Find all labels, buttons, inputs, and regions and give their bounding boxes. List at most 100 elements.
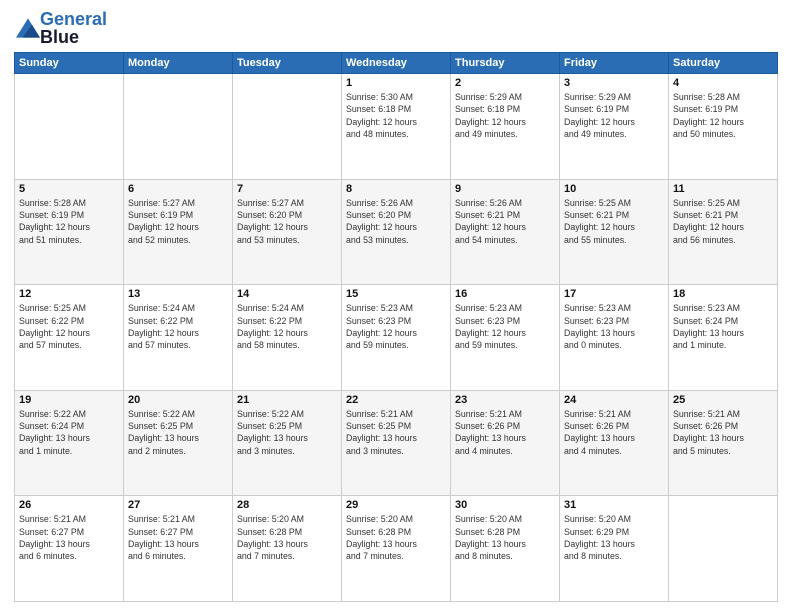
day-info: Sunrise: 5:22 AM Sunset: 6:24 PM Dayligh… <box>19 408 119 457</box>
day-cell: 20 Sunrise: 5:22 AM Sunset: 6:25 PM Dayli… <box>124 390 233 496</box>
day-cell: 10Sunrise: 5:25 AM Sunset: 6:21 PM Dayli… <box>560 179 669 285</box>
day-info: Sunrise: 5:30 AM Sunset: 6:18 PM Dayligh… <box>346 91 446 140</box>
day-info: Sunrise: 5:28 AM Sunset: 6:19 PM Dayligh… <box>19 197 119 246</box>
day-number: 3 <box>564 77 664 89</box>
day-info: Sunrise: 5:21 AM Sunset: 6:26 PM Dayligh… <box>673 408 773 457</box>
day-number: 21 <box>237 394 337 406</box>
day-info: Sunrise: 5:27 AM Sunset: 6:19 PM Dayligh… <box>128 197 228 246</box>
day-info: Sunrise: 5:29 AM Sunset: 6:18 PM Dayligh… <box>455 91 555 140</box>
day-cell <box>124 74 233 180</box>
logo: GeneralBlue <box>14 10 107 46</box>
week-row-3: 12 Sunrise: 5:25 AM Sunset: 6:22 PM Dayli… <box>15 285 778 391</box>
day-number: 12 <box>19 288 119 300</box>
week-row-4: 19Sunrise: 5:22 AM Sunset: 6:24 PM Dayli… <box>15 390 778 496</box>
day-info: Sunrise: 5:25 AM Sunset: 6:22 PM Dayligh… <box>19 302 119 351</box>
day-number: 26 <box>19 499 119 511</box>
column-header-friday: Friday <box>560 53 669 74</box>
day-number: 16 <box>455 288 555 300</box>
day-cell: 13 Sunrise: 5:24 AM Sunset: 6:22 PM Dayli… <box>124 285 233 391</box>
day-number: 27 <box>128 499 228 511</box>
page: GeneralBlue SundayMondayTuesdayWednesday… <box>0 0 792 612</box>
day-cell <box>233 74 342 180</box>
day-number: 18 <box>673 288 773 300</box>
day-cell: 21 Sunrise: 5:22 AM Sunset: 6:25 PM Dayli… <box>233 390 342 496</box>
day-number: 13 <box>128 288 228 300</box>
day-info: Sunrise: 5:25 AM Sunset: 6:21 PM Dayligh… <box>564 197 664 246</box>
week-row-5: 26 Sunrise: 5:21 AM Sunset: 6:27 PM Dayli… <box>15 496 778 602</box>
day-cell: 22Sunrise: 5:21 AM Sunset: 6:25 PM Dayli… <box>342 390 451 496</box>
day-info: Sunrise: 5:20 AM Sunset: 6:28 PM Dayligh… <box>455 513 555 562</box>
day-info: Sunrise: 5:24 AM Sunset: 6:22 PM Dayligh… <box>237 302 337 351</box>
day-info: Sunrise: 5:21 AM Sunset: 6:27 PM Dayligh… <box>128 513 228 562</box>
day-cell: 29 Sunrise: 5:20 AM Sunset: 6:28 PM Dayli… <box>342 496 451 602</box>
day-number: 23 <box>455 394 555 406</box>
day-number: 7 <box>237 183 337 195</box>
day-cell: 3 Sunrise: 5:29 AM Sunset: 6:19 PM Daylig… <box>560 74 669 180</box>
column-header-saturday: Saturday <box>669 53 778 74</box>
day-info: Sunrise: 5:23 AM Sunset: 6:23 PM Dayligh… <box>564 302 664 351</box>
week-row-2: 5 Sunrise: 5:28 AM Sunset: 6:19 PM Daylig… <box>15 179 778 285</box>
day-info: Sunrise: 5:20 AM Sunset: 6:28 PM Dayligh… <box>237 513 337 562</box>
day-cell <box>15 74 124 180</box>
day-number: 11 <box>673 183 773 195</box>
day-cell: 24 Sunrise: 5:21 AM Sunset: 6:26 PM Dayli… <box>560 390 669 496</box>
calendar-header-row: SundayMondayTuesdayWednesdayThursdayFrid… <box>15 53 778 74</box>
day-cell: 4 Sunrise: 5:28 AM Sunset: 6:19 PM Daylig… <box>669 74 778 180</box>
day-number: 9 <box>455 183 555 195</box>
day-cell: 27 Sunrise: 5:21 AM Sunset: 6:27 PM Dayli… <box>124 496 233 602</box>
day-number: 30 <box>455 499 555 511</box>
day-cell: 15 Sunrise: 5:23 AM Sunset: 6:23 PM Dayli… <box>342 285 451 391</box>
day-info: Sunrise: 5:28 AM Sunset: 6:19 PM Dayligh… <box>673 91 773 140</box>
logo-text: GeneralBlue <box>40 10 107 46</box>
day-info: Sunrise: 5:26 AM Sunset: 6:20 PM Dayligh… <box>346 197 446 246</box>
day-info: Sunrise: 5:26 AM Sunset: 6:21 PM Dayligh… <box>455 197 555 246</box>
day-cell: 23Sunrise: 5:21 AM Sunset: 6:26 PM Dayli… <box>451 390 560 496</box>
day-number: 31 <box>564 499 664 511</box>
day-cell: 25 Sunrise: 5:21 AM Sunset: 6:26 PM Dayli… <box>669 390 778 496</box>
day-cell: 5 Sunrise: 5:28 AM Sunset: 6:19 PM Daylig… <box>15 179 124 285</box>
day-info: Sunrise: 5:23 AM Sunset: 6:24 PM Dayligh… <box>673 302 773 351</box>
day-number: 5 <box>19 183 119 195</box>
column-header-monday: Monday <box>124 53 233 74</box>
day-info: Sunrise: 5:22 AM Sunset: 6:25 PM Dayligh… <box>128 408 228 457</box>
day-number: 24 <box>564 394 664 406</box>
day-cell: 18 Sunrise: 5:23 AM Sunset: 6:24 PM Dayli… <box>669 285 778 391</box>
day-info: Sunrise: 5:22 AM Sunset: 6:25 PM Dayligh… <box>237 408 337 457</box>
day-info: Sunrise: 5:23 AM Sunset: 6:23 PM Dayligh… <box>346 302 446 351</box>
day-cell: 6 Sunrise: 5:27 AM Sunset: 6:19 PM Daylig… <box>124 179 233 285</box>
column-header-tuesday: Tuesday <box>233 53 342 74</box>
day-number: 6 <box>128 183 228 195</box>
day-cell: 26 Sunrise: 5:21 AM Sunset: 6:27 PM Dayli… <box>15 496 124 602</box>
day-cell <box>669 496 778 602</box>
day-info: Sunrise: 5:29 AM Sunset: 6:19 PM Dayligh… <box>564 91 664 140</box>
day-cell: 30 Sunrise: 5:20 AM Sunset: 6:28 PM Dayli… <box>451 496 560 602</box>
day-info: Sunrise: 5:21 AM Sunset: 6:26 PM Dayligh… <box>564 408 664 457</box>
column-header-sunday: Sunday <box>15 53 124 74</box>
day-number: 14 <box>237 288 337 300</box>
day-info: Sunrise: 5:23 AM Sunset: 6:23 PM Dayligh… <box>455 302 555 351</box>
header: GeneralBlue <box>14 10 778 46</box>
day-cell: 14 Sunrise: 5:24 AM Sunset: 6:22 PM Dayli… <box>233 285 342 391</box>
day-cell: 31Sunrise: 5:20 AM Sunset: 6:29 PM Dayli… <box>560 496 669 602</box>
day-number: 4 <box>673 77 773 89</box>
day-cell: 28Sunrise: 5:20 AM Sunset: 6:28 PM Dayli… <box>233 496 342 602</box>
week-row-1: 1 Sunrise: 5:30 AM Sunset: 6:18 PM Daylig… <box>15 74 778 180</box>
day-number: 1 <box>346 77 446 89</box>
day-number: 20 <box>128 394 228 406</box>
day-info: Sunrise: 5:27 AM Sunset: 6:20 PM Dayligh… <box>237 197 337 246</box>
column-header-wednesday: Wednesday <box>342 53 451 74</box>
day-cell: 8 Sunrise: 5:26 AM Sunset: 6:20 PM Daylig… <box>342 179 451 285</box>
day-info: Sunrise: 5:25 AM Sunset: 6:21 PM Dayligh… <box>673 197 773 246</box>
day-cell: 1 Sunrise: 5:30 AM Sunset: 6:18 PM Daylig… <box>342 74 451 180</box>
day-number: 8 <box>346 183 446 195</box>
calendar-table: SundayMondayTuesdayWednesdayThursdayFrid… <box>14 52 778 602</box>
day-info: Sunrise: 5:24 AM Sunset: 6:22 PM Dayligh… <box>128 302 228 351</box>
day-info: Sunrise: 5:21 AM Sunset: 6:27 PM Dayligh… <box>19 513 119 562</box>
day-number: 29 <box>346 499 446 511</box>
day-number: 17 <box>564 288 664 300</box>
day-info: Sunrise: 5:20 AM Sunset: 6:28 PM Dayligh… <box>346 513 446 562</box>
column-header-thursday: Thursday <box>451 53 560 74</box>
day-cell: 17 Sunrise: 5:23 AM Sunset: 6:23 PM Dayli… <box>560 285 669 391</box>
day-number: 15 <box>346 288 446 300</box>
day-number: 25 <box>673 394 773 406</box>
